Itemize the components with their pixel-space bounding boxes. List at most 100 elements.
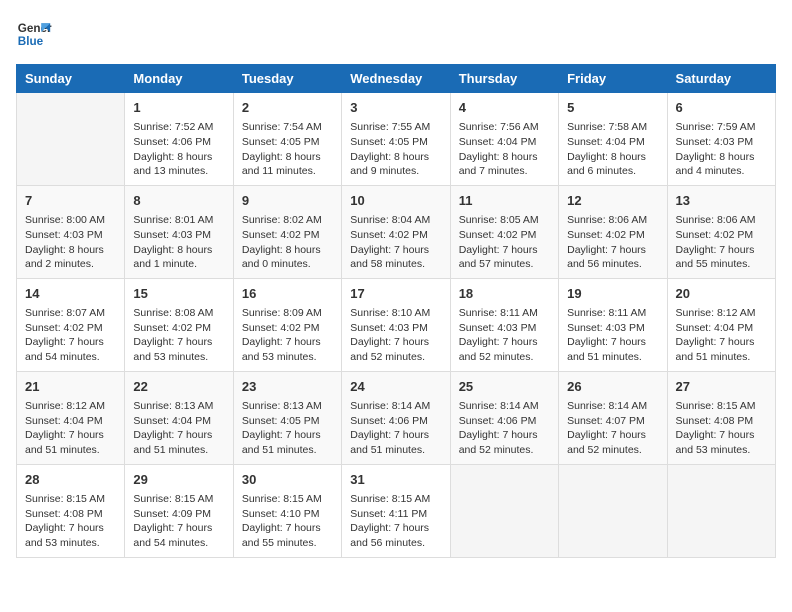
calendar-cell: 8Sunrise: 8:01 AMSunset: 4:03 PMDaylight…: [125, 185, 233, 278]
day-info: Sunrise: 8:10 AMSunset: 4:03 PMDaylight:…: [350, 306, 441, 365]
calendar-table: SundayMondayTuesdayWednesdayThursdayFrid…: [16, 64, 776, 558]
day-number: 15: [133, 285, 224, 303]
calendar-cell: 9Sunrise: 8:02 AMSunset: 4:02 PMDaylight…: [233, 185, 341, 278]
day-info: Sunrise: 8:15 AMSunset: 4:09 PMDaylight:…: [133, 492, 224, 551]
calendar-cell: [667, 464, 775, 557]
svg-text:Blue: Blue: [18, 35, 44, 48]
day-number: 27: [676, 378, 767, 396]
day-info: Sunrise: 8:15 AMSunset: 4:08 PMDaylight:…: [676, 399, 767, 458]
day-number: 18: [459, 285, 550, 303]
page-header: General Blue: [16, 16, 776, 52]
day-number: 16: [242, 285, 333, 303]
calendar-cell: 29 Sunrise: 8:15 AMSunset: 4:09 PMDayligh…: [125, 464, 233, 557]
day-number: 1: [133, 99, 224, 117]
day-header-friday: Friday: [559, 65, 667, 93]
calendar-cell: 26 Sunrise: 8:14 AMSunset: 4:07 PMDayligh…: [559, 371, 667, 464]
calendar-cell: [559, 464, 667, 557]
day-info: Sunrise: 7:55 AMSunset: 4:05 PMDaylight:…: [350, 120, 441, 179]
day-info: Sunrise: 8:13 AMSunset: 4:05 PMDaylight:…: [242, 399, 333, 458]
calendar-cell: 6 Sunrise: 7:59 AMSunset: 4:03 PMDaylight…: [667, 93, 775, 186]
day-info: Sunrise: 7:52 AMSunset: 4:06 PMDaylight:…: [133, 120, 224, 179]
logo: General Blue: [16, 16, 52, 52]
day-number: 25: [459, 378, 550, 396]
day-number: 13: [676, 192, 767, 210]
calendar-cell: 11 Sunrise: 8:05 AMSunset: 4:02 PMDayligh…: [450, 185, 558, 278]
day-info: Sunrise: 7:58 AMSunset: 4:04 PMDaylight:…: [567, 120, 658, 179]
day-info: Sunrise: 8:12 AMSunset: 4:04 PMDaylight:…: [676, 306, 767, 365]
calendar-week-4: 21Sunrise: 8:12 AMSunset: 4:04 PMDayligh…: [17, 371, 776, 464]
day-number: 24: [350, 378, 441, 396]
day-header-saturday: Saturday: [667, 65, 775, 93]
day-info: Sunrise: 8:15 AMSunset: 4:11 PMDaylight:…: [350, 492, 441, 551]
calendar-week-1: 1 Sunrise: 7:52 AMSunset: 4:06 PMDaylight…: [17, 93, 776, 186]
day-info: Sunrise: 8:15 AMSunset: 4:10 PMDaylight:…: [242, 492, 333, 551]
calendar-cell: 5Sunrise: 7:58 AMSunset: 4:04 PMDaylight…: [559, 93, 667, 186]
day-info: Sunrise: 8:08 AMSunset: 4:02 PMDaylight:…: [133, 306, 224, 365]
calendar-cell: 28 Sunrise: 8:15 AMSunset: 4:08 PMDayligh…: [17, 464, 125, 557]
calendar-cell: 7 Sunrise: 8:00 AMSunset: 4:03 PMDaylight…: [17, 185, 125, 278]
calendar-cell: 15 Sunrise: 8:08 AMSunset: 4:02 PMDayligh…: [125, 278, 233, 371]
day-number: 30: [242, 471, 333, 489]
day-number: 29: [133, 471, 224, 489]
day-info: Sunrise: 8:12 AMSunset: 4:04 PMDaylight:…: [25, 399, 116, 458]
calendar-cell: 12Sunrise: 8:06 AMSunset: 4:02 PMDayligh…: [559, 185, 667, 278]
day-info: Sunrise: 8:14 AMSunset: 4:07 PMDaylight:…: [567, 399, 658, 458]
day-number: 20: [676, 285, 767, 303]
calendar-cell: 19 Sunrise: 8:11 AMSunset: 4:03 PMDayligh…: [559, 278, 667, 371]
calendar-cell: 21Sunrise: 8:12 AMSunset: 4:04 PMDayligh…: [17, 371, 125, 464]
day-info: Sunrise: 8:01 AMSunset: 4:03 PMDaylight:…: [133, 213, 224, 272]
day-number: 23: [242, 378, 333, 396]
calendar-cell: 31 Sunrise: 8:15 AMSunset: 4:11 PMDayligh…: [342, 464, 450, 557]
day-info: Sunrise: 8:06 AMSunset: 4:02 PMDaylight:…: [676, 213, 767, 272]
day-number: 28: [25, 471, 116, 489]
calendar-cell: 20 Sunrise: 8:12 AMSunset: 4:04 PMDayligh…: [667, 278, 775, 371]
calendar-cell: 10 Sunrise: 8:04 AMSunset: 4:02 PMDayligh…: [342, 185, 450, 278]
calendar-cell: 1 Sunrise: 7:52 AMSunset: 4:06 PMDaylight…: [125, 93, 233, 186]
day-number: 26: [567, 378, 658, 396]
day-info: Sunrise: 8:15 AMSunset: 4:08 PMDaylight:…: [25, 492, 116, 551]
calendar-cell: 22 Sunrise: 8:13 AMSunset: 4:04 PMDayligh…: [125, 371, 233, 464]
day-number: 19: [567, 285, 658, 303]
calendar-cell: 30 Sunrise: 8:15 AMSunset: 4:10 PMDayligh…: [233, 464, 341, 557]
day-info: Sunrise: 8:09 AMSunset: 4:02 PMDaylight:…: [242, 306, 333, 365]
day-info: Sunrise: 8:04 AMSunset: 4:02 PMDaylight:…: [350, 213, 441, 272]
calendar-cell: [450, 464, 558, 557]
day-number: 10: [350, 192, 441, 210]
calendar-week-5: 28 Sunrise: 8:15 AMSunset: 4:08 PMDayligh…: [17, 464, 776, 557]
calendar-cell: 24 Sunrise: 8:14 AMSunset: 4:06 PMDayligh…: [342, 371, 450, 464]
calendar-cell: 14Sunrise: 8:07 AMSunset: 4:02 PMDayligh…: [17, 278, 125, 371]
day-info: Sunrise: 8:00 AMSunset: 4:03 PMDaylight:…: [25, 213, 116, 272]
day-number: 11: [459, 192, 550, 210]
calendar-cell: 16 Sunrise: 8:09 AMSunset: 4:02 PMDayligh…: [233, 278, 341, 371]
calendar-cell: 2Sunrise: 7:54 AMSunset: 4:05 PMDaylight…: [233, 93, 341, 186]
calendar-header-row: SundayMondayTuesdayWednesdayThursdayFrid…: [17, 65, 776, 93]
day-header-tuesday: Tuesday: [233, 65, 341, 93]
day-header-sunday: Sunday: [17, 65, 125, 93]
day-info: Sunrise: 8:11 AMSunset: 4:03 PMDaylight:…: [567, 306, 658, 365]
day-number: 17: [350, 285, 441, 303]
calendar-cell: 13 Sunrise: 8:06 AMSunset: 4:02 PMDayligh…: [667, 185, 775, 278]
day-number: 9: [242, 192, 333, 210]
day-info: Sunrise: 8:11 AMSunset: 4:03 PMDaylight:…: [459, 306, 550, 365]
day-number: 6: [676, 99, 767, 117]
day-info: Sunrise: 8:14 AMSunset: 4:06 PMDaylight:…: [459, 399, 550, 458]
day-info: Sunrise: 7:56 AMSunset: 4:04 PMDaylight:…: [459, 120, 550, 179]
day-info: Sunrise: 8:05 AMSunset: 4:02 PMDaylight:…: [459, 213, 550, 272]
logo-icon: General Blue: [16, 16, 52, 52]
day-number: 31: [350, 471, 441, 489]
day-number: 7: [25, 192, 116, 210]
day-info: Sunrise: 8:13 AMSunset: 4:04 PMDaylight:…: [133, 399, 224, 458]
day-number: 22: [133, 378, 224, 396]
day-header-monday: Monday: [125, 65, 233, 93]
day-info: Sunrise: 8:14 AMSunset: 4:06 PMDaylight:…: [350, 399, 441, 458]
calendar-cell: [17, 93, 125, 186]
calendar-cell: 17 Sunrise: 8:10 AMSunset: 4:03 PMDayligh…: [342, 278, 450, 371]
day-header-thursday: Thursday: [450, 65, 558, 93]
calendar-cell: 18 Sunrise: 8:11 AMSunset: 4:03 PMDayligh…: [450, 278, 558, 371]
calendar-cell: 3 Sunrise: 7:55 AMSunset: 4:05 PMDaylight…: [342, 93, 450, 186]
day-number: 3: [350, 99, 441, 117]
day-info: Sunrise: 8:06 AMSunset: 4:02 PMDaylight:…: [567, 213, 658, 272]
calendar-cell: 27 Sunrise: 8:15 AMSunset: 4:08 PMDayligh…: [667, 371, 775, 464]
day-info: Sunrise: 8:07 AMSunset: 4:02 PMDaylight:…: [25, 306, 116, 365]
day-info: Sunrise: 7:59 AMSunset: 4:03 PMDaylight:…: [676, 120, 767, 179]
